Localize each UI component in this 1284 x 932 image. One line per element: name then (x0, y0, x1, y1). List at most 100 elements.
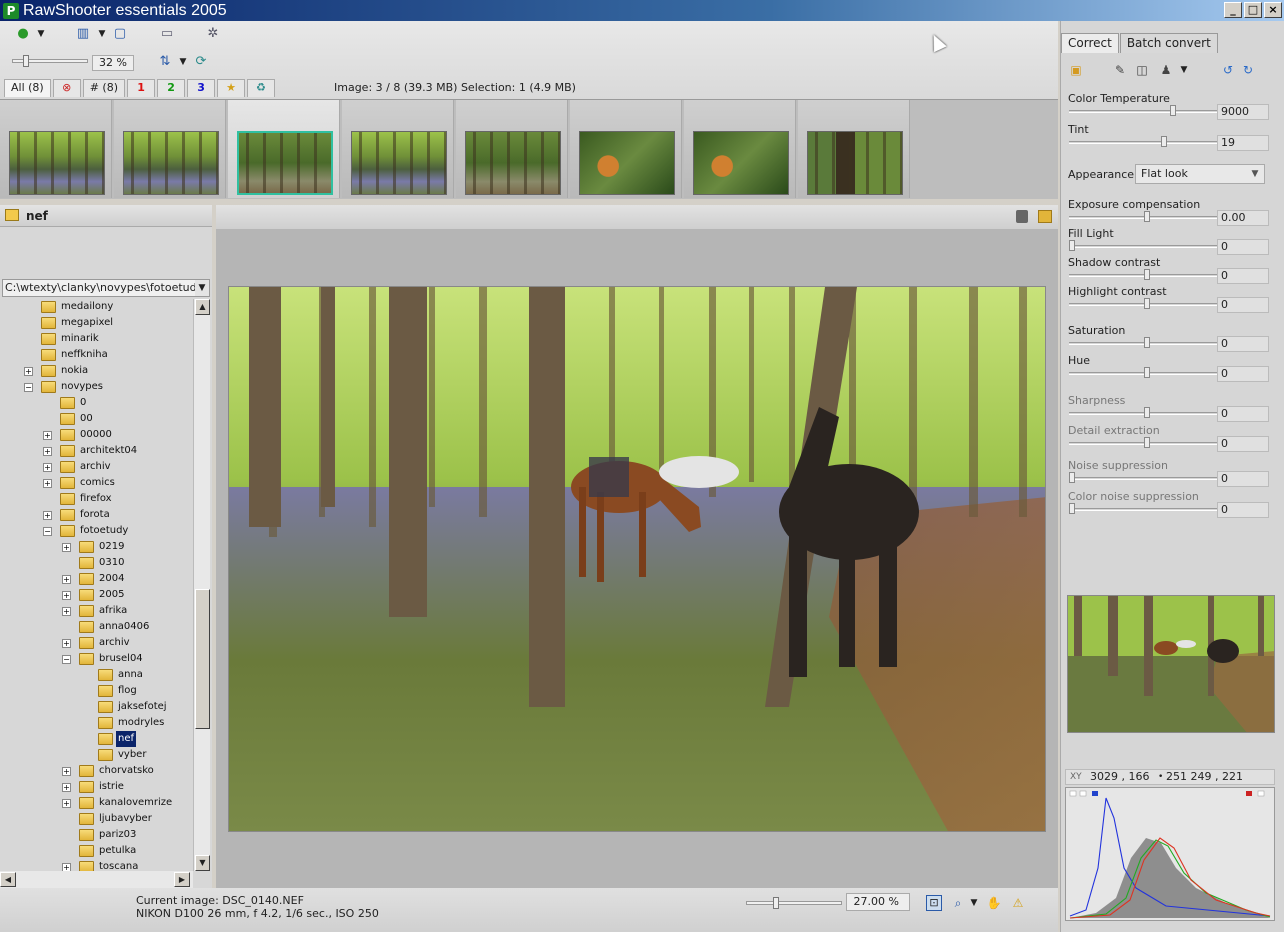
filter-tab[interactable]: 2 (157, 79, 186, 97)
rotate-left-icon[interactable]: ↺ (1219, 61, 1237, 79)
open-folder-icon[interactable] (1038, 210, 1052, 223)
close-button[interactable]: × (1264, 2, 1282, 18)
adjustment-value[interactable]: 0 (1217, 502, 1269, 518)
image-viewer[interactable] (216, 229, 1058, 888)
folder-tree-item[interactable]: anna (0, 667, 193, 683)
folder-tree-item[interactable]: − brusel04 (0, 651, 193, 667)
chevron-down-icon[interactable]: ▼ (174, 53, 192, 71)
filter-tab[interactable]: 1 (127, 79, 156, 97)
folder-tree-item[interactable]: anna0406 (0, 619, 193, 635)
folder-tree-item[interactable]: 00 (0, 411, 193, 427)
folder-tree-item[interactable]: medailony (0, 299, 193, 315)
collapse-icon[interactable]: − (62, 655, 71, 664)
folder-tree-item[interactable]: jaksefotej (0, 699, 193, 715)
tree-vertical-scrollbar[interactable]: ▲ ▼ (193, 299, 210, 871)
filter-tab[interactable]: ♻ (247, 79, 276, 97)
folder-tree-item[interactable]: petulka (0, 843, 193, 859)
filmstrip-thumbnail[interactable] (570, 100, 682, 198)
folder-tree-item[interactable]: +0219 (0, 539, 193, 555)
maximize-button[interactable]: □ (1244, 2, 1262, 18)
expand-icon[interactable]: + (43, 511, 52, 520)
profile-icon[interactable]: ♟ (1157, 61, 1175, 79)
slider-thumb[interactable] (773, 897, 779, 909)
expand-icon[interactable]: + (62, 799, 71, 808)
slider-thumb[interactable] (1144, 269, 1150, 280)
folder-tree-item[interactable]: + kanalovemrize (0, 795, 193, 811)
adjustment-value[interactable]: 9000 (1217, 104, 1269, 120)
folder-tree-item[interactable]: megapixel (0, 315, 193, 331)
adjustment-slider[interactable] (1069, 136, 1224, 147)
folder-tree-item[interactable]: + comics (0, 475, 193, 491)
fit-to-window-icon[interactable]: ⊡ (926, 895, 942, 911)
slider-thumb[interactable] (1069, 503, 1075, 514)
folder-tree-item[interactable]: +2004 (0, 571, 193, 587)
expand-icon[interactable]: + (62, 767, 71, 776)
warning-icon[interactable]: ⚠ (1010, 895, 1026, 911)
expand-icon[interactable]: + (62, 863, 71, 871)
status-ok-icon[interactable]: ● (14, 25, 32, 43)
folder-tree-item[interactable]: 0 (0, 395, 193, 411)
expand-icon[interactable]: + (62, 575, 71, 584)
monitor-icon[interactable]: ▭ (158, 25, 176, 43)
adjustment-value[interactable]: 19 (1217, 135, 1269, 151)
folder-tree-item[interactable]: + toscana (0, 859, 193, 871)
adjustment-slider[interactable] (1069, 211, 1224, 222)
snapshot-icon[interactable] (1016, 210, 1028, 223)
adjustment-slider[interactable] (1069, 240, 1224, 251)
view-zoom-slider[interactable] (746, 897, 842, 909)
filmstrip-thumbnail[interactable] (114, 100, 226, 198)
folder-tree-item[interactable]: modryles (0, 715, 193, 731)
folder-tree-item[interactable]: + archiv (0, 459, 193, 475)
adjustment-slider[interactable] (1069, 298, 1224, 309)
folder-tree-item[interactable]: 0310 (0, 555, 193, 571)
scroll-left-icon[interactable]: ◀ (0, 872, 16, 887)
slider-thumb[interactable] (1161, 136, 1167, 147)
filter-tab[interactable]: All (8) (4, 79, 51, 97)
filmstrip-thumbnail[interactable] (684, 100, 796, 198)
scroll-down-icon[interactable]: ▼ (195, 855, 210, 871)
adjustment-slider[interactable] (1069, 105, 1224, 116)
expand-icon[interactable]: + (43, 479, 52, 488)
view-zoom-value[interactable]: 27.00 % (846, 893, 910, 911)
filmstrip-thumbnail[interactable] (342, 100, 454, 198)
navigator-preview[interactable] (1067, 595, 1275, 733)
adjustment-value[interactable]: 0.00 (1217, 210, 1269, 226)
slider-thumb[interactable] (1144, 407, 1150, 418)
eyedropper-icon[interactable]: ✎ (1111, 61, 1129, 79)
folder-tree-item[interactable]: nef (0, 731, 193, 747)
expand-icon[interactable]: + (24, 367, 33, 376)
collapse-icon[interactable]: − (43, 527, 52, 536)
chevron-down-icon[interactable]: ▼ (32, 25, 50, 43)
adjustment-slider[interactable] (1069, 503, 1224, 514)
folder-tree-item[interactable]: pariz03 (0, 827, 193, 843)
folder-tree-item[interactable]: vyber (0, 747, 193, 763)
folder-tree-item[interactable]: ljubavyber (0, 811, 193, 827)
adjustment-value[interactable]: 0 (1217, 471, 1269, 487)
adjustment-slider[interactable] (1069, 472, 1224, 483)
adjustment-value[interactable]: 0 (1217, 366, 1269, 382)
scroll-up-icon[interactable]: ▲ (195, 299, 210, 315)
chevron-down-icon[interactable]: ▼ (195, 280, 209, 296)
filmstrip-thumbnail[interactable] (0, 100, 112, 198)
filter-tab[interactable]: 3 (187, 79, 216, 97)
folder-tree-item[interactable]: + nokia (0, 363, 193, 379)
folder-tree-item[interactable]: + chorvatsko (0, 763, 193, 779)
zoom-tool-icon[interactable]: ⌕ (950, 895, 966, 911)
slider-thumb[interactable] (1069, 472, 1075, 483)
minimize-button[interactable]: _ (1224, 2, 1242, 18)
thumbnail-size-slider[interactable] (12, 55, 88, 67)
filmstrip-thumbnail[interactable] (228, 100, 340, 198)
folder-tree-item[interactable]: − fotoetudy (0, 523, 193, 539)
slider-thumb[interactable] (1144, 367, 1150, 378)
expand-icon[interactable]: + (62, 607, 71, 616)
adjustment-value[interactable]: 0 (1217, 297, 1269, 313)
scroll-right-icon[interactable]: ▶ (174, 872, 190, 887)
compare-icon[interactable]: ◫ (1133, 61, 1151, 79)
layout-split-icon[interactable]: ▥ (74, 25, 92, 43)
slider-thumb[interactable] (1144, 211, 1150, 222)
tree-horizontal-scrollbar[interactable]: ◀ ▶ (0, 871, 193, 888)
folder-tree-item[interactable]: flog (0, 683, 193, 699)
expand-icon[interactable]: + (62, 639, 71, 648)
rotate-right-icon[interactable]: ↻ (1239, 61, 1257, 79)
folder-tree-item[interactable]: + istrie (0, 779, 193, 795)
